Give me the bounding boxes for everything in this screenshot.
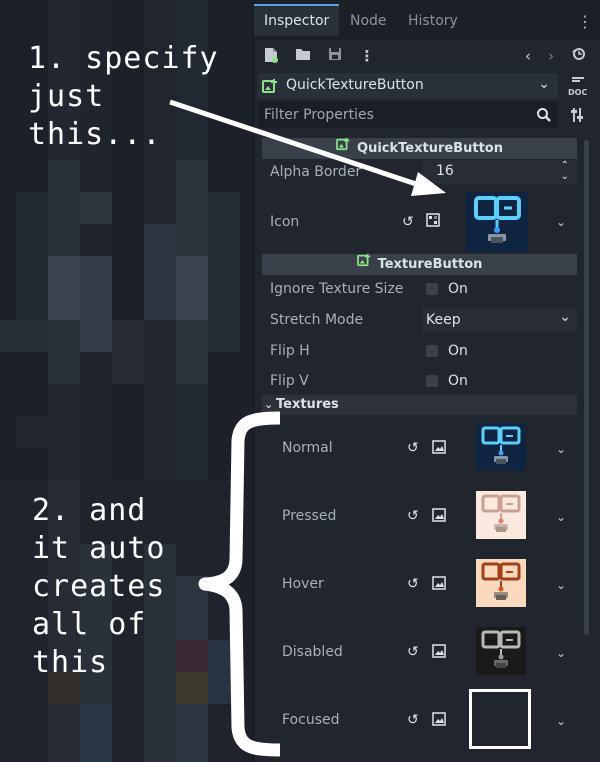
selected-node-name: QuickTextureButton (286, 77, 424, 93)
inspector-toolbar: ⋮ ‹ › (254, 40, 600, 72)
alpha-border-value: 16 (436, 163, 454, 179)
revert-icon[interactable]: ↺ (407, 508, 419, 524)
section-title: TextureButton (377, 257, 483, 272)
revert-icon[interactable]: ↺ (407, 576, 419, 592)
property-filter-settings-icon[interactable] (570, 106, 584, 128)
tab-node[interactable]: Node (350, 6, 387, 36)
dock-tab-bar: Inspector Node History ⋮ (254, 0, 600, 40)
image-icon[interactable] (432, 644, 446, 662)
textures-group-title: Textures (276, 397, 339, 412)
inspector-scrollbar[interactable] (584, 140, 589, 635)
flip-h-label: Flip H (270, 343, 310, 359)
checker-icon[interactable] (426, 213, 440, 231)
save-icon[interactable] (326, 47, 344, 65)
chevron-down-icon: ⌄ (538, 76, 550, 92)
texture-pressed-expand-icon[interactable]: ⌄ (556, 510, 566, 524)
chevron-down-icon: ⌄ (559, 309, 571, 325)
inspector-panel: Inspector Node History ⋮ ⋮ ‹ › QuickText… (253, 0, 600, 762)
nav-forward-icon[interactable]: › (542, 47, 560, 65)
stretch-mode-label: Stretch Mode (270, 312, 364, 328)
texture-button-node-icon (356, 253, 373, 274)
node-selector[interactable]: QuickTextureButton ⌄ (258, 73, 558, 99)
flip-v-label: Flip V (270, 373, 309, 389)
icon-texture-preview[interactable] (466, 192, 528, 252)
section-title: QuickTextureButton (357, 141, 503, 156)
texture-button-node-icon (336, 137, 352, 158)
texture-disabled-preview[interactable] (476, 627, 526, 675)
texture-pressed-label: Pressed (282, 508, 337, 524)
icon-label: Icon (270, 214, 300, 230)
tab-inspector[interactable]: Inspector (254, 4, 340, 36)
revert-icon[interactable]: ↺ (407, 644, 419, 660)
ignore-texture-size-value: On (448, 281, 468, 297)
stretch-mode-value: Keep (426, 312, 461, 328)
texture-button-node-icon (262, 78, 280, 98)
more-vertical-icon[interactable]: ⋮ (358, 47, 376, 65)
image-icon[interactable] (432, 508, 446, 526)
texture-hover-label: Hover (282, 576, 324, 592)
doc-label: DOC (568, 88, 588, 97)
stretch-mode-dropdown[interactable]: Keep ⌄ (422, 307, 577, 333)
open-folder-icon[interactable] (294, 47, 312, 65)
filter-properties-field[interactable] (258, 102, 558, 128)
section-texture-button: TextureButton (262, 253, 577, 275)
search-icon (536, 107, 552, 127)
alpha-border-spinbox[interactable]: 16 ⌃ ⌄ (422, 160, 577, 184)
property-list: QuickTextureButton Alpha Border 16 ⌃ ⌄ Ic… (254, 136, 594, 762)
new-resource-icon[interactable] (262, 47, 280, 65)
flip-v-value: On (448, 373, 468, 389)
texture-focused-label: Focused (282, 712, 340, 728)
revert-icon[interactable]: ↺ (407, 440, 419, 456)
spin-arrows-icon[interactable]: ⌃ ⌄ (561, 160, 569, 182)
texture-disabled-expand-icon[interactable]: ⌄ (556, 646, 566, 660)
texture-disabled-label: Disabled (282, 644, 343, 660)
annotation-step-1: 1. specify just this... (28, 41, 219, 152)
section-quick-texture-button: QuickTextureButton (262, 137, 577, 159)
tab-history[interactable]: History (408, 6, 458, 36)
flip-h-checkbox[interactable] (426, 345, 438, 357)
filter-properties-input[interactable] (258, 102, 540, 128)
image-icon[interactable] (432, 576, 446, 594)
texture-hover-expand-icon[interactable]: ⌄ (556, 578, 566, 592)
doc-help-button[interactable]: DOC (568, 76, 587, 97)
textures-group-header[interactable]: ⌄ Textures (262, 395, 577, 415)
image-icon[interactable] (432, 712, 446, 730)
texture-focused-preview[interactable] (469, 689, 531, 749)
revert-icon[interactable]: ↺ (407, 712, 419, 728)
alpha-border-label: Alpha Border (270, 164, 362, 180)
revert-icon[interactable]: ↺ (402, 214, 414, 230)
texture-hover-preview[interactable] (476, 559, 526, 607)
texture-normal-preview[interactable] (476, 423, 526, 471)
texture-focused-expand-icon[interactable]: ⌄ (556, 714, 566, 728)
dock-menu-icon[interactable]: ⋮ (577, 12, 593, 31)
nav-back-icon[interactable]: ‹ (519, 47, 537, 65)
ignore-texture-size-label: Ignore Texture Size (270, 281, 404, 297)
ignore-texture-size-checkbox[interactable] (426, 283, 438, 295)
flip-h-value: On (448, 343, 468, 359)
texture-pressed-preview[interactable] (476, 491, 526, 539)
icon-expand-chevron-icon[interactable]: ⌄ (556, 215, 566, 229)
texture-normal-expand-icon[interactable]: ⌄ (556, 442, 566, 456)
flip-v-checkbox[interactable] (426, 375, 438, 387)
texture-normal-label: Normal (282, 440, 333, 456)
annotation-step-2: 2. and it auto creates all of this (32, 493, 166, 680)
history-icon[interactable] (570, 47, 588, 65)
image-icon[interactable] (432, 440, 446, 458)
chevron-down-icon: ⌄ (264, 398, 274, 411)
